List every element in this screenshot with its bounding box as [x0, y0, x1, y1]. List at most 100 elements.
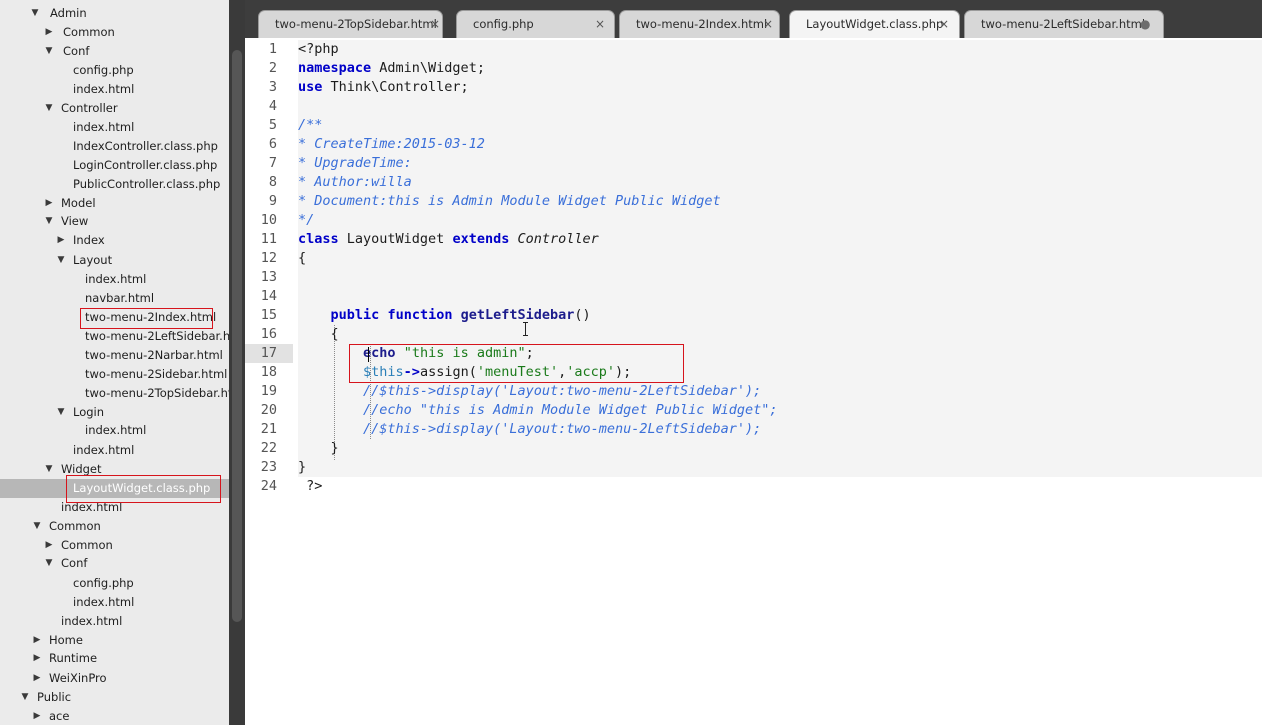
code-editor[interactable]: 1 <?php 2 namespace Admin\Widget; 3 use Think… [245, 38, 1262, 725]
code-line[interactable]: 7 * UpgradeTime: [245, 154, 1262, 173]
tree-file-item[interactable]: two-menu-2TopSidebar.html [0, 384, 229, 403]
collapsed-arrow-icon[interactable]: ▶ [56, 231, 66, 250]
collapsed-arrow-icon[interactable]: ▶ [44, 536, 54, 555]
close-icon[interactable]: × [763, 11, 773, 38]
tree-file-item[interactable]: two-menu-2Narbar.html [0, 346, 229, 365]
expanded-arrow-icon[interactable]: ▼ [56, 251, 66, 270]
code-line[interactable]: 4 [245, 97, 1262, 116]
unsaved-dot-icon[interactable]: ● [1140, 11, 1150, 38]
code-line[interactable]: 9 * Document:this is Admin Module Widget … [245, 192, 1262, 211]
expanded-arrow-icon[interactable]: ▼ [32, 517, 42, 536]
code-token: <?php [298, 41, 339, 57]
tree-folder-item[interactable]: ▶ Runtime [0, 649, 229, 668]
tree-folder-item[interactable]: ▶ WeiXinPro [0, 669, 229, 688]
code-line[interactable]: 22 } [245, 439, 1262, 458]
code-line[interactable]: 2 namespace Admin\Widget; [245, 59, 1262, 78]
tab-4[interactable]: LayoutWidget.class.php × [789, 10, 960, 39]
tab-1[interactable]: two-menu-2TopSidebar.html × [258, 10, 443, 38]
line-number: 11 [260, 231, 277, 247]
close-icon[interactable]: × [430, 11, 440, 38]
tab-label: two-menu-2Index.html [636, 17, 768, 31]
code-token: } [298, 440, 339, 456]
tree-file-item[interactable]: index.html [0, 80, 229, 99]
code-line[interactable]: 6 * CreateTime:2015-03-12 [245, 135, 1262, 154]
code-text: namespace Admin\Widget; [298, 59, 485, 78]
code-line[interactable]: 16 { [245, 325, 1262, 344]
code-line[interactable]: 19 //$this->display('Layout:two-menu-2Le… [245, 382, 1262, 401]
code-line[interactable]: 5 /** [245, 116, 1262, 135]
expanded-arrow-icon[interactable]: ▼ [44, 212, 54, 231]
code-line[interactable]: 24 ?> [245, 477, 1262, 496]
collapsed-arrow-icon[interactable]: ▶ [32, 649, 42, 668]
tree-folder-item[interactable]: ▼ Common [0, 517, 229, 536]
code-line[interactable]: 3 use Think\Controller; [245, 78, 1262, 97]
tree-file-item[interactable]: two-menu-2Sidebar.html [0, 365, 229, 384]
expanded-arrow-icon[interactable]: ▼ [44, 460, 54, 479]
tree-folder-item[interactable]: ▼ Controller [0, 99, 229, 118]
code-line[interactable]: 12 { [245, 249, 1262, 268]
code-line[interactable]: 15 public function getLeftSidebar() [245, 306, 1262, 325]
tree-file-item[interactable]: config.php [0, 61, 229, 80]
tree-file-item[interactable]: index.html [0, 118, 229, 137]
expanded-arrow-icon[interactable]: ▼ [44, 554, 54, 573]
code-line[interactable]: 11 class LayoutWidget extends Controller [245, 230, 1262, 249]
tree-folder-item[interactable]: ▼ Public [0, 688, 229, 707]
code-line[interactable]: 10 */ [245, 211, 1262, 230]
tree-file-item[interactable]: index.html [0, 270, 229, 289]
tree-file-item[interactable]: index.html [0, 612, 229, 631]
collapsed-arrow-icon[interactable]: ▶ [44, 194, 54, 213]
collapsed-arrow-icon[interactable]: ▶ [32, 707, 42, 725]
expanded-arrow-icon[interactable]: ▼ [44, 42, 54, 61]
file-tree-sidebar[interactable]: ▼ Admin ▶ Common ▼ Conf config.php index.html ▼ C… [0, 0, 229, 725]
code-line[interactable]: 1 <?php [245, 40, 1262, 59]
tree-folder-item[interactable]: ▼ Conf [0, 554, 229, 573]
tree-item-label: index.html [73, 443, 135, 457]
code-line[interactable]: 13 [245, 268, 1262, 287]
code-line[interactable]: 21 //$this->display('Layout:two-menu-2Le… [245, 420, 1262, 439]
expanded-arrow-icon[interactable]: ▼ [20, 688, 30, 707]
code-line[interactable]: 8 * Author:willa [245, 173, 1262, 192]
tree-folder-item[interactable]: ▶ Common [0, 536, 229, 555]
tree-folder-item[interactable]: ▶ Home [0, 631, 229, 650]
code-line[interactable]: 20 //echo "this is Admin Module Widget P… [245, 401, 1262, 420]
code-line[interactable]: 14 [245, 287, 1262, 306]
close-icon[interactable]: × [595, 11, 605, 38]
code-token: extends [452, 231, 510, 247]
expanded-arrow-icon[interactable]: ▼ [44, 99, 54, 118]
code-text: //echo "this is Admin Module Widget Publ… [298, 401, 778, 420]
code-line[interactable]: 23} [245, 458, 1262, 477]
tree-file-item[interactable]: index.html [0, 421, 229, 440]
tree-folder-item[interactable]: ▶ Model [0, 194, 229, 213]
tree-file-item[interactable]: two-menu-2LeftSidebar.html [0, 327, 229, 346]
tree-folder-item[interactable]: ▼ Conf [0, 42, 229, 61]
tree-folder-item[interactable]: ▶ Common [0, 23, 229, 42]
tree-file-item[interactable]: IndexController.class.php [0, 137, 229, 156]
tab-3[interactable]: two-menu-2Index.html × [619, 10, 780, 38]
tree-file-item[interactable]: LoginController.class.php [0, 156, 229, 175]
sidebar-scrollbar-thumb[interactable] [232, 50, 242, 622]
tree-file-item[interactable]: PublicController.class.php [0, 175, 229, 194]
sidebar-scrollbar[interactable] [229, 0, 245, 725]
tree-folder-item[interactable]: ▼ View [0, 212, 229, 231]
close-icon[interactable]: × [939, 11, 949, 38]
tree-folder-item[interactable]: ▶ ace [0, 707, 229, 725]
text-caret [368, 347, 369, 362]
tab-2[interactable]: config.php × [456, 10, 615, 38]
tab-5[interactable]: two-menu-2LeftSidebar.html ● [964, 10, 1164, 38]
tree-item-label: Common [61, 538, 113, 552]
tree-folder-item[interactable]: ▼ Layout [0, 251, 229, 270]
tree-file-item[interactable]: index.html [0, 593, 229, 612]
collapsed-arrow-icon[interactable]: ▶ [32, 669, 42, 688]
collapsed-arrow-icon[interactable]: ▶ [44, 23, 54, 42]
tree-file-item[interactable]: navbar.html [0, 289, 229, 308]
expanded-arrow-icon[interactable]: ▼ [56, 403, 66, 422]
tree-folder-item[interactable]: ▼ Admin [0, 4, 229, 23]
tree-folder-item[interactable]: ▼ Login [0, 403, 229, 422]
expanded-arrow-icon[interactable]: ▼ [30, 4, 40, 23]
collapsed-arrow-icon[interactable]: ▶ [32, 631, 42, 650]
tree-file-item[interactable]: index.html [0, 441, 229, 460]
line-number: 6 [268, 136, 277, 152]
tree-folder-item[interactable]: ▶ Index [0, 231, 229, 250]
tree-file-item[interactable]: config.php [0, 574, 229, 593]
tab-label: LayoutWidget.class.php [806, 17, 944, 31]
